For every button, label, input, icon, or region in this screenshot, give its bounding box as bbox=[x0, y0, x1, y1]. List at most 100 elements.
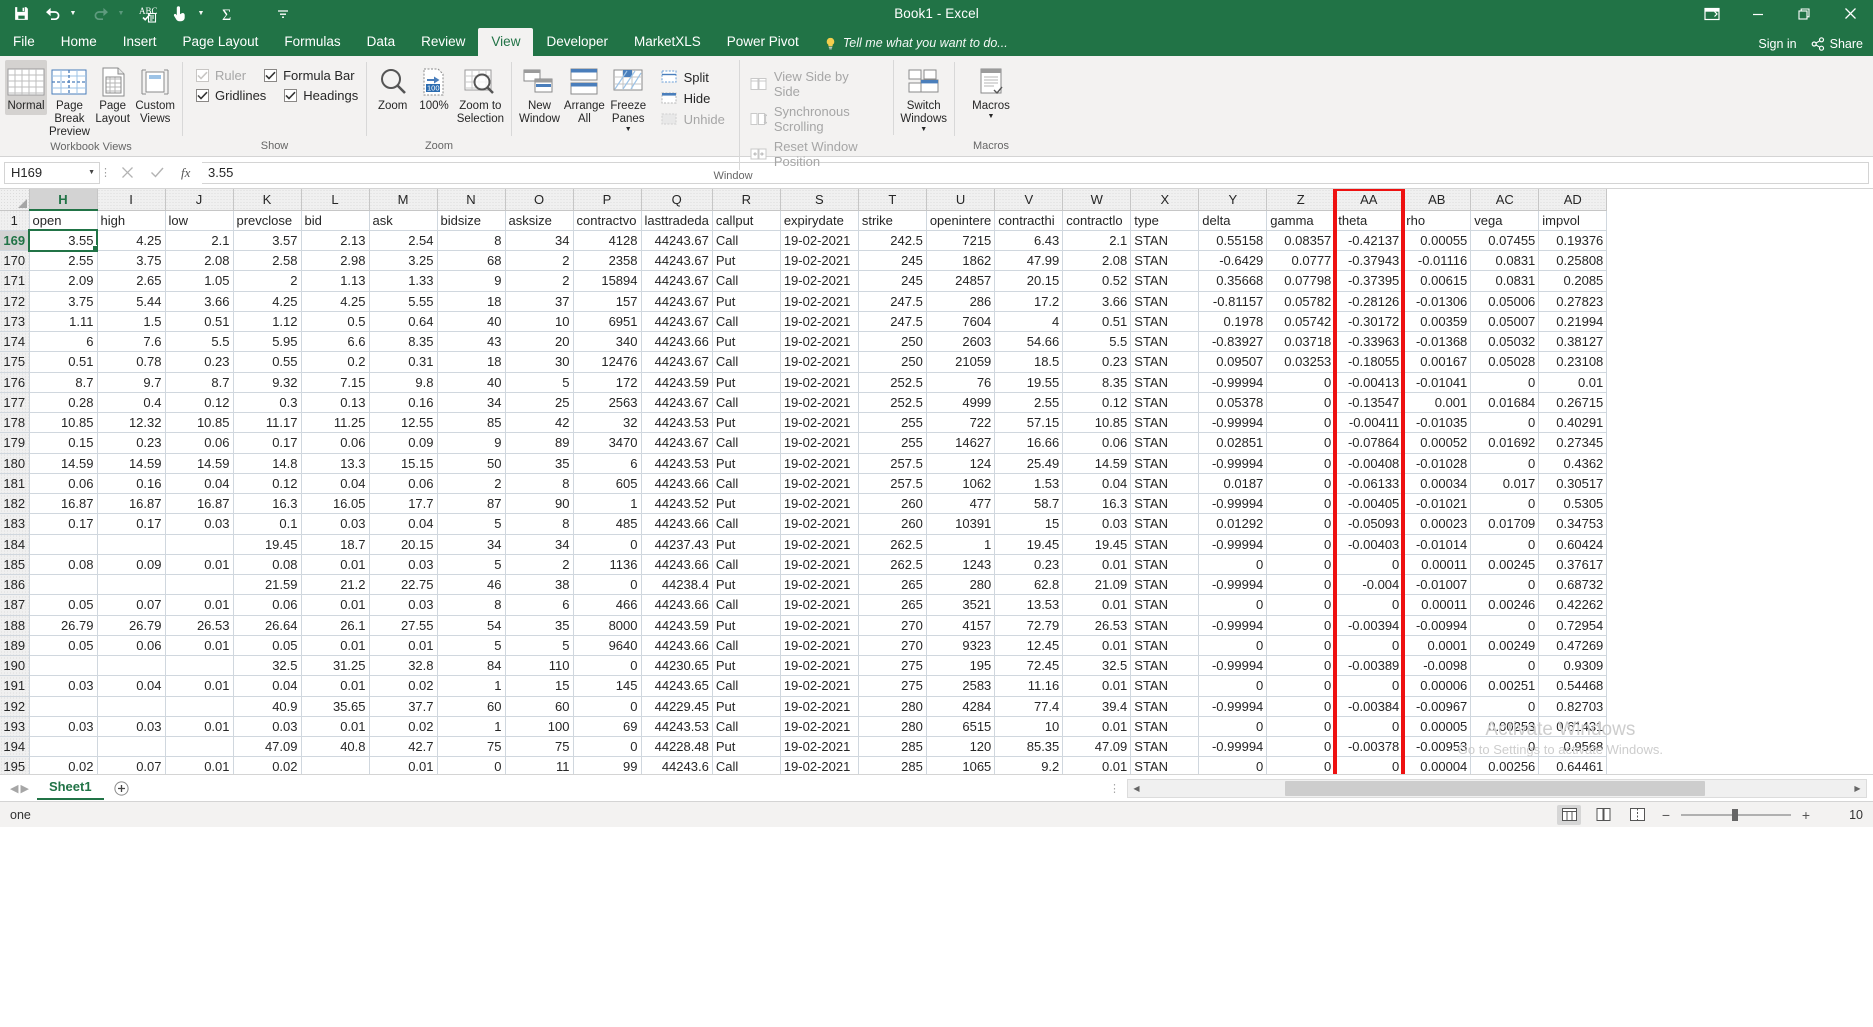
grid-cell[interactable] bbox=[97, 534, 166, 555]
grid-cell[interactable]: 0.00249 bbox=[1470, 635, 1540, 657]
grid-cell[interactable] bbox=[301, 756, 370, 774]
grid-cell[interactable]: 0.0831 bbox=[1470, 270, 1540, 292]
grid-cell[interactable]: -0.99994 bbox=[1198, 372, 1268, 393]
grid-cell[interactable]: 19-02-2021 bbox=[780, 635, 859, 657]
grid-cell[interactable]: 7215 bbox=[926, 230, 996, 252]
grid-cell[interactable]: 3.75 bbox=[97, 250, 166, 272]
grid-cell[interactable]: 19-02-2021 bbox=[780, 473, 859, 495]
grid-cell[interactable]: STAN bbox=[1130, 696, 1200, 717]
autosum-icon[interactable]: Σ bbox=[214, 2, 244, 26]
grid-cell[interactable]: 2.08 bbox=[1062, 250, 1132, 272]
grid-cell[interactable]: 0.06 bbox=[97, 635, 166, 657]
normal-view-status-button[interactable] bbox=[1557, 804, 1581, 825]
grid-cell[interactable]: 0 bbox=[1470, 372, 1540, 393]
grid-cell[interactable]: 0.17 bbox=[29, 513, 98, 535]
grid-cell[interactable]: 0.2085 bbox=[1538, 270, 1608, 292]
grid-cell[interactable]: 0.42262 bbox=[1538, 594, 1608, 616]
grid-cell[interactable]: 195 bbox=[926, 655, 996, 677]
grid-cell[interactable]: 252.5 bbox=[858, 392, 927, 414]
grid-cell[interactable]: 0 bbox=[573, 534, 642, 555]
row-header-194[interactable]: 194 bbox=[0, 736, 30, 758]
grid-cell[interactable]: -0.07864 bbox=[1334, 432, 1404, 454]
tab-split-grip[interactable]: ⋮ bbox=[1109, 782, 1127, 795]
grid-cell[interactable]: 62.8 bbox=[994, 574, 1064, 596]
grid-cell[interactable]: -0.99994 bbox=[1198, 453, 1268, 474]
grid-cell[interactable]: 27.55 bbox=[369, 615, 438, 636]
grid-cell[interactable]: -0.99994 bbox=[1198, 615, 1268, 636]
grid-cell[interactable]: 9640 bbox=[573, 635, 642, 657]
grid-cell[interactable]: 4.25 bbox=[301, 291, 370, 312]
grid-cell[interactable]: 44243.67 bbox=[641, 432, 713, 454]
row-header-191[interactable]: 191 bbox=[0, 675, 30, 697]
grid-cell[interactable]: 0.23 bbox=[1062, 351, 1132, 373]
grid-cell[interactable]: 20.15 bbox=[369, 534, 438, 555]
grid-cell[interactable]: 19-02-2021 bbox=[780, 534, 859, 555]
grid-cell[interactable]: 0.09 bbox=[97, 554, 166, 576]
grid-cell[interactable]: 0.25808 bbox=[1538, 250, 1608, 272]
grid-cell[interactable]: 0.05 bbox=[29, 635, 98, 657]
grid-cell[interactable]: 58.7 bbox=[994, 493, 1064, 515]
grid-cell[interactable]: 4157 bbox=[926, 615, 996, 636]
grid-cell[interactable]: 2 bbox=[233, 270, 302, 292]
grid-cell[interactable]: 0 bbox=[437, 756, 506, 774]
grid-cell[interactable]: 0.26715 bbox=[1538, 392, 1608, 414]
grid-cell[interactable]: 265 bbox=[858, 594, 927, 616]
grid-cell[interactable]: 0 bbox=[1334, 594, 1404, 616]
grid-cell[interactable]: 0.05032 bbox=[1470, 331, 1540, 353]
grid-cell[interactable]: 0.06 bbox=[29, 473, 98, 495]
grid-cell[interactable]: 265 bbox=[858, 574, 927, 596]
grid-cell[interactable]: 1 bbox=[926, 534, 996, 555]
header-cell[interactable]: contracthi bbox=[994, 210, 1064, 231]
grid-cell[interactable]: 54.66 bbox=[994, 331, 1064, 353]
grid-cell[interactable]: -0.01014 bbox=[1402, 534, 1472, 555]
close-icon[interactable] bbox=[1827, 0, 1873, 27]
grid-cell[interactable]: 76 bbox=[926, 372, 996, 393]
grid-cell[interactable]: STAN bbox=[1130, 311, 1200, 333]
grid-cell[interactable]: -0.99994 bbox=[1198, 574, 1268, 596]
grid-cell[interactable]: 0.02 bbox=[29, 756, 98, 774]
customize-qat-icon[interactable] bbox=[268, 2, 298, 26]
grid-cell[interactable]: -0.6429 bbox=[1198, 250, 1268, 272]
row-header-182[interactable]: 182 bbox=[0, 493, 30, 515]
grid-cell[interactable]: 3.66 bbox=[1062, 291, 1132, 312]
row-header-178[interactable]: 178 bbox=[0, 412, 30, 434]
grid-cell[interactable]: 0.02 bbox=[233, 756, 302, 774]
grid-cell[interactable]: 0.01 bbox=[301, 554, 370, 576]
column-header-R[interactable]: R bbox=[712, 189, 781, 211]
grid-cell[interactable]: 44243.66 bbox=[641, 331, 713, 353]
grid-cell[interactable]: 275 bbox=[858, 675, 927, 697]
grid-cell[interactable]: 0 bbox=[1266, 473, 1336, 495]
synchronous-scrolling-button[interactable]: Synchronous Scrolling bbox=[746, 103, 880, 135]
chevron-down-icon[interactable]: ▼ bbox=[625, 126, 632, 133]
grid-cell[interactable]: 285 bbox=[858, 756, 927, 774]
grid-cell[interactable]: Call bbox=[712, 594, 781, 616]
cancel-entry-icon[interactable] bbox=[112, 162, 142, 184]
grid-cell[interactable]: 8.35 bbox=[1062, 372, 1132, 393]
grid-cell[interactable]: 0.00011 bbox=[1402, 554, 1472, 576]
column-header-W[interactable]: W bbox=[1062, 189, 1132, 211]
grid-cell[interactable]: 19-02-2021 bbox=[780, 655, 859, 677]
grid-cell[interactable]: 44237.43 bbox=[641, 534, 713, 555]
grid-cell[interactable]: 21.59 bbox=[233, 574, 302, 596]
grid-cell[interactable]: 17.2 bbox=[994, 291, 1064, 312]
grid-cell[interactable]: 0 bbox=[1470, 453, 1540, 474]
grid-cell[interactable]: 19-02-2021 bbox=[780, 412, 859, 434]
grid-cell[interactable]: 247.5 bbox=[858, 291, 927, 312]
grid-cell[interactable]: 44238.4 bbox=[641, 574, 713, 596]
column-header-X[interactable]: X bbox=[1130, 189, 1200, 211]
tab-home[interactable]: Home bbox=[48, 28, 110, 56]
grid-cell[interactable]: 247.5 bbox=[858, 311, 927, 333]
grid-cell[interactable]: 15.15 bbox=[369, 453, 438, 474]
grid-cell[interactable]: -0.01368 bbox=[1402, 331, 1472, 353]
spreadsheet-grid[interactable]: H I J K L M N O P Q R S T U V W X Y Z AA AB AC AD 1 open high low p… bbox=[0, 189, 1873, 774]
grid-cell[interactable]: 44243.66 bbox=[641, 554, 713, 576]
grid-cell[interactable] bbox=[97, 655, 166, 677]
grid-cell[interactable]: 11.16 bbox=[994, 675, 1064, 697]
tab-page-layout[interactable]: Page Layout bbox=[170, 28, 272, 56]
grid-cell[interactable]: 8 bbox=[437, 594, 506, 616]
grid-cell[interactable]: 2563 bbox=[573, 392, 642, 414]
grid-cell[interactable]: 0 bbox=[1266, 392, 1336, 414]
grid-cell[interactable]: 54 bbox=[437, 615, 506, 636]
grid-cell[interactable]: 0.00246 bbox=[1470, 594, 1540, 616]
grid-cell[interactable]: -0.00378 bbox=[1334, 736, 1404, 758]
